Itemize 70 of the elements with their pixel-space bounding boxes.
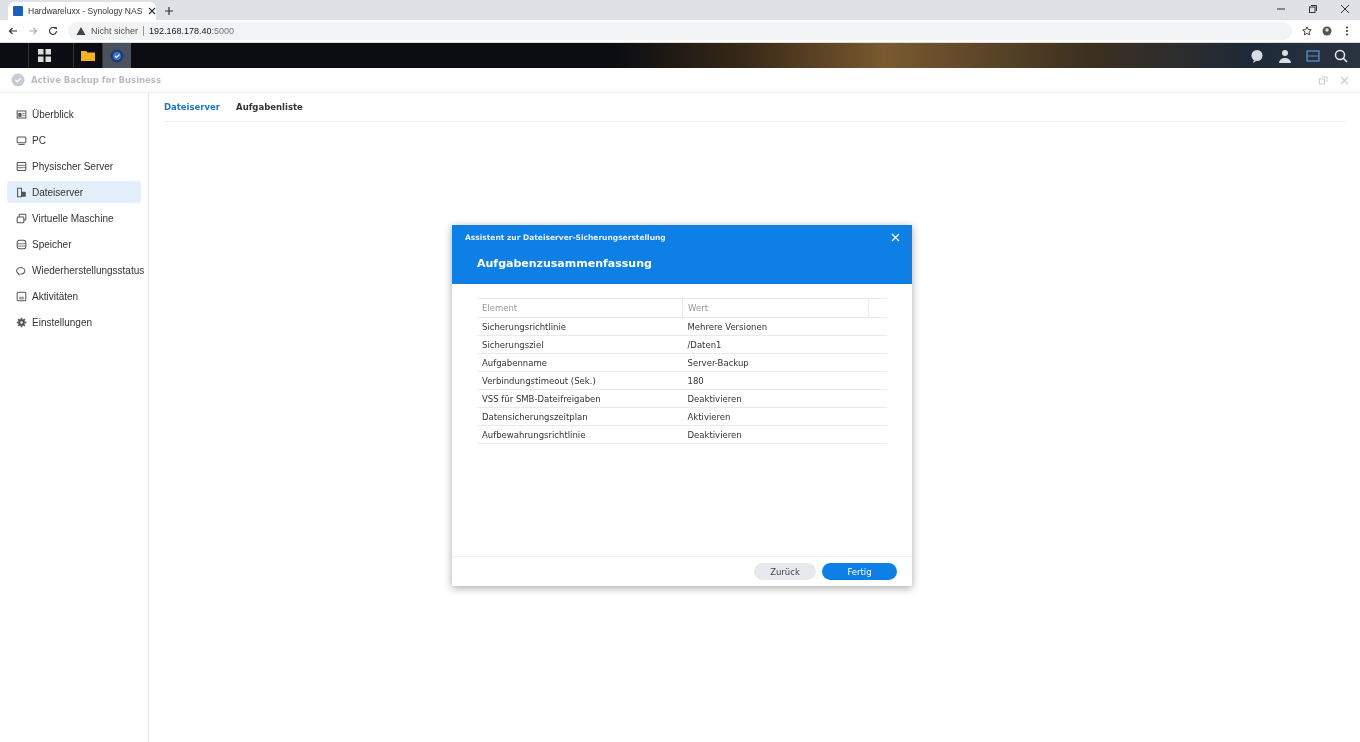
- widgets-icon[interactable]: [1306, 48, 1320, 63]
- plus-icon[interactable]: [164, 6, 174, 16]
- table-cell: Datensicherungszeitplan: [477, 407, 683, 426]
- table-cell: /Daten1: [682, 335, 869, 354]
- security-label: Nicht sicher: [91, 26, 138, 36]
- back-icon[interactable]: [8, 26, 18, 36]
- restore-icon[interactable]: [1308, 4, 1318, 14]
- sidebar-item[interactable]: Physischer Server: [7, 155, 141, 177]
- speech-loop-icon: [16, 264, 27, 276]
- tab[interactable]: Dateiserver: [163, 93, 222, 121]
- reload-icon[interactable]: [48, 26, 58, 36]
- table-cell: 180: [682, 371, 869, 390]
- sidebar-item[interactable]: PC: [7, 129, 141, 151]
- app-grid-icon[interactable]: [37, 49, 51, 62]
- account-icon[interactable]: [1322, 26, 1332, 36]
- sidebar-item[interactable]: Einstellungen: [7, 311, 141, 333]
- backup-app-icon[interactable]: [110, 48, 124, 63]
- app-logo-icon: [11, 73, 25, 87]
- close-icon[interactable]: [147, 6, 158, 16]
- sidebar-item[interactable]: Speicher: [7, 233, 141, 255]
- table-cell: Deaktivieren: [682, 389, 869, 408]
- sidebar-label: Dateiserver: [32, 186, 84, 198]
- back-button[interactable]: Zurück: [754, 563, 816, 580]
- monitor-icon: [16, 134, 27, 146]
- close-icon[interactable]: [1340, 4, 1350, 14]
- folder-icon[interactable]: [81, 50, 95, 61]
- browser-tab[interactable]: Hardwareluxx - Synology NAS: [8, 2, 156, 20]
- table-cell: Sicherungsrichtlinie: [477, 317, 683, 336]
- file-server-icon: [16, 186, 27, 198]
- url-text: 192.168.178.40:5000: [149, 26, 235, 36]
- favicon-icon: [13, 6, 23, 16]
- sidebar-label: Überblick: [32, 108, 74, 120]
- table-cell: Aufgabenname: [477, 353, 683, 372]
- table-cell: Aufbewahrungsrichtlinie: [477, 425, 683, 444]
- column-header: Wert: [682, 298, 869, 318]
- sidebar-label: Speicher: [32, 238, 72, 250]
- gear-icon: [16, 316, 27, 328]
- sidebar-label: Virtuelle Maschine: [32, 212, 114, 224]
- step-title: Aufgabenzusammenfassung: [477, 257, 652, 270]
- sidebar-label: Wiederherstellungsstatus: [32, 264, 145, 276]
- document-icon: [16, 290, 27, 302]
- sidebar-label: Physischer Server: [32, 160, 114, 172]
- database-icon: [16, 238, 27, 250]
- table-cell: Aktivieren: [682, 407, 869, 426]
- sidebar-label: PC: [32, 134, 46, 146]
- column-header: Element: [477, 298, 683, 318]
- sidebar-item[interactable]: Virtuelle Maschine: [7, 207, 141, 229]
- dashboard-icon: [16, 108, 27, 120]
- chat-icon[interactable]: [1250, 48, 1264, 63]
- address-bar[interactable]: Nicht sicher 192.168.178.40:5000: [68, 22, 1292, 40]
- tab[interactable]: Aufgabenliste: [235, 93, 304, 121]
- user-icon[interactable]: [1278, 48, 1292, 63]
- table-cell: Sicherungsziel: [477, 335, 683, 354]
- finish-button[interactable]: Fertig: [822, 563, 897, 580]
- sidebar-label: Aktivitäten: [32, 290, 79, 302]
- star-icon[interactable]: [1302, 26, 1312, 36]
- sidebar-item[interactable]: Überblick: [7, 103, 141, 125]
- table-cell: Deaktivieren: [682, 425, 869, 444]
- sidebar-item[interactable]: Aktivitäten: [7, 285, 141, 307]
- stacked-windows-icon: [16, 212, 27, 224]
- server-icon: [16, 160, 27, 172]
- table-cell: Server-Backup: [682, 353, 869, 372]
- table-cell: Verbindungstimeout (Sek.): [477, 371, 683, 390]
- sidebar-label: Einstellungen: [32, 316, 93, 328]
- table-cell: Mehrere Versionen: [682, 317, 869, 336]
- app-title: Active Backup for Business: [31, 75, 161, 85]
- sidebar-item[interactable]: Dateiserver: [7, 181, 141, 203]
- search-icon[interactable]: [1334, 48, 1348, 63]
- warning-icon: [76, 26, 86, 36]
- table-cell: VSS für SMB-Dateifreigaben: [477, 389, 683, 408]
